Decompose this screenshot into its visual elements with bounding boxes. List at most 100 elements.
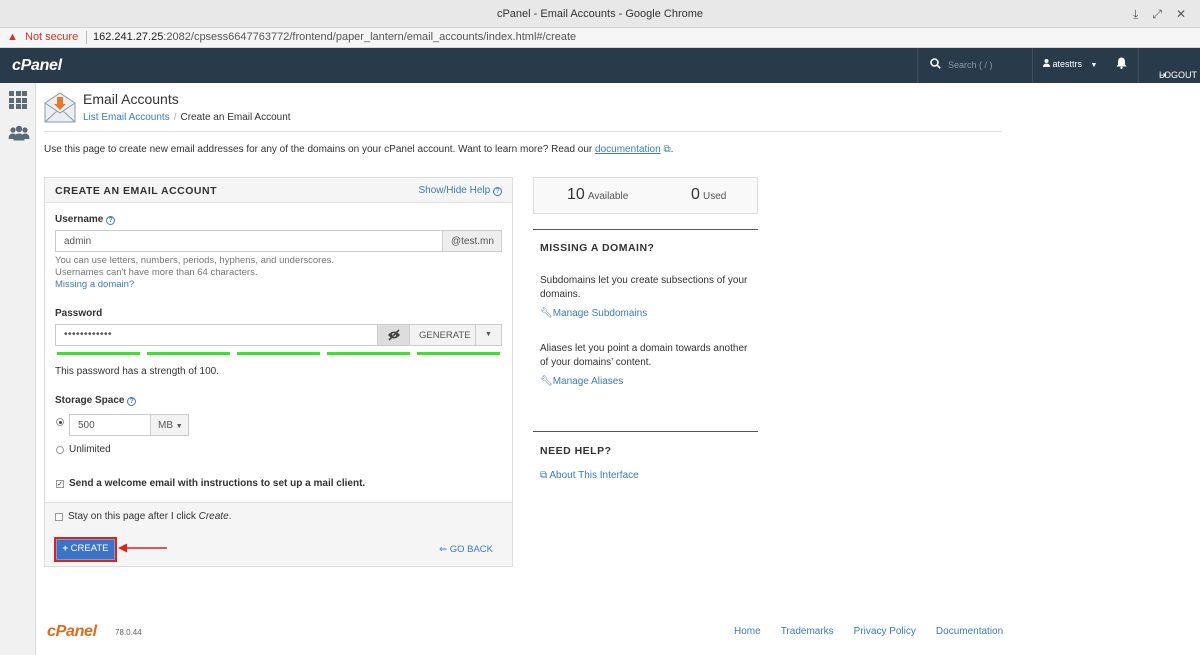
footer-links: Home Trademarks Privacy Policy Documenta…	[734, 626, 1003, 637]
logout-button[interactable]: ⇥ LOGOUT	[1138, 48, 1200, 83]
top-navigation: cPanel Search ( / ) atesttrs ▼ ⇥ LOGOUT	[0, 48, 1200, 83]
users-icon[interactable]	[8, 125, 30, 141]
aliases-text: Aliases let you point a domain towards a…	[540, 343, 748, 368]
warning-icon[interactable]: ▲	[7, 31, 18, 43]
user-icon	[1043, 59, 1053, 69]
address-divider	[86, 31, 87, 44]
annotation-arrow	[118, 542, 168, 554]
storage-quota-input[interactable]: 500	[69, 414, 151, 436]
window-titlebar: cPanel - Email Accounts - Google Chrome …	[0, 0, 1200, 28]
about-interface-link[interactable]: ⧉ About This Interface	[540, 470, 639, 481]
caret-down-icon: ▼	[485, 331, 492, 338]
footer-trademarks-link[interactable]: Trademarks	[781, 626, 834, 637]
panel-header: CREATE AN EMAIL ACCOUNT Show/Hide Help ?	[45, 178, 512, 203]
storage-label: Storage Space ?	[55, 395, 137, 406]
search-box[interactable]: Search ( / )	[917, 48, 1033, 83]
url-text[interactable]: 162.241.27.25:2082/cpsess6647763772/fron…	[93, 31, 576, 43]
available-count: 10 Available	[567, 186, 629, 203]
logout-label: LOGOUT	[1159, 70, 1198, 80]
storage-help-icon[interactable]: ?	[127, 397, 137, 406]
panel-footer: Stay on this page after I click Create. …	[45, 502, 512, 566]
password-label: Password	[55, 308, 103, 319]
username: atesttrs	[1052, 59, 1083, 69]
username-label: Username ?	[55, 214, 116, 225]
wrench-icon: 🔧︎	[540, 376, 553, 387]
search-icon	[930, 58, 941, 72]
left-sidebar	[0, 83, 36, 655]
username-hint-2: Usernames can't have more than 64 charac…	[55, 267, 258, 278]
password-strength-text: This password has a strength of 100.	[55, 366, 219, 377]
password-input[interactable]: ••••••••••••	[55, 324, 378, 346]
footer-privacy-link[interactable]: Privacy Policy	[854, 626, 916, 637]
header-divider	[44, 131, 1002, 132]
manage-aliases-link[interactable]: 🔧︎Manage Aliases	[540, 376, 623, 387]
documentation-link[interactable]: documentation	[595, 144, 661, 155]
storage-limited-radio[interactable]	[56, 418, 64, 426]
welcome-email-checkbox[interactable]: ✓	[56, 480, 64, 488]
breadcrumb: List Email Accounts / Create an Email Acco…	[83, 112, 291, 123]
subdomains-text: Subdomains let you create subsections of…	[540, 275, 748, 300]
need-help-title: NEED HELP?	[540, 445, 612, 457]
notifications-bell-icon[interactable]	[1116, 57, 1127, 72]
domain-addon: @test.mn	[442, 230, 502, 252]
username-input[interactable]: admin	[55, 230, 443, 252]
welcome-email-label: Send a welcome email with instructions t…	[69, 478, 366, 489]
search-input[interactable]: Search ( / )	[948, 60, 993, 70]
show-hide-help-link[interactable]: Show/Hide Help ?	[419, 185, 502, 196]
create-email-panel: CREATE AN EMAIL ACCOUNT Show/Hide Help ?…	[44, 177, 513, 567]
go-back-link[interactable]: ⇐ GO BACK	[439, 544, 493, 555]
email-envelope-icon	[44, 91, 76, 123]
intro-text: Use this page to create new email addres…	[44, 144, 674, 155]
generate-options-dropdown[interactable]: ▼	[475, 324, 502, 346]
apps-grid-icon[interactable]	[9, 91, 27, 109]
caret-down-icon: ▼	[175, 423, 183, 430]
wrench-icon: 🔧︎	[540, 308, 553, 319]
username-help-icon[interactable]: ?	[106, 216, 116, 225]
manage-subdomains-link[interactable]: 🔧︎Manage Subdomains	[540, 308, 647, 319]
toggle-visibility-button[interactable]	[377, 324, 410, 346]
strength-segment	[327, 352, 410, 355]
security-status[interactable]: Not secure	[25, 31, 78, 43]
maximize-icon[interactable]: ⤢	[1152, 7, 1162, 22]
window-title: cPanel - Email Accounts - Google Chrome	[496, 8, 704, 20]
unlimited-label: Unlimited	[69, 444, 111, 455]
stay-on-page-checkbox[interactable]	[55, 513, 63, 521]
storage-unit-dropdown[interactable]: MB ▼	[150, 414, 189, 436]
breadcrumb-list-accounts-link[interactable]: List Email Accounts	[83, 112, 170, 123]
caret-down-icon: ▼	[1090, 62, 1098, 69]
create-button[interactable]: + CREATE	[54, 537, 117, 562]
username-hint-1: You can use letters, numbers, periods, h…	[55, 255, 335, 266]
arrow-left-icon: ⇐	[439, 544, 448, 555]
footer-documentation-link[interactable]: Documentation	[936, 626, 1003, 637]
minimize-icon[interactable]: ⤓	[1133, 7, 1138, 22]
strength-segment	[147, 352, 230, 355]
strength-segment	[417, 352, 500, 355]
section-divider	[533, 229, 758, 230]
strength-segment	[237, 352, 320, 355]
password-strength-meter	[57, 352, 500, 355]
page-title: Email Accounts	[83, 91, 179, 107]
account-quota-box: 10 Available 0 Used	[533, 177, 758, 214]
user-menu[interactable]: atesttrs ▼	[1043, 59, 1097, 69]
cpanel-logo[interactable]: cPanel	[12, 57, 62, 75]
footer-cpanel-logo[interactable]: cPanel	[47, 623, 97, 641]
stay-on-page-label: Stay on this page after I click Create.	[68, 511, 232, 522]
eye-slash-icon	[387, 329, 401, 344]
close-icon[interactable]: ✕	[1176, 7, 1186, 22]
plus-icon: +	[62, 543, 69, 554]
section-divider	[533, 431, 758, 432]
external-link-icon: ⧉	[663, 144, 671, 155]
external-link-icon: ⧉	[540, 470, 548, 481]
address-bar[interactable]: ▲ Not secure 162.241.27.25:2082/cpsess66…	[0, 28, 1200, 48]
missing-domain-link[interactable]: Missing a domain?	[55, 279, 134, 290]
version-text: 78.0.44	[115, 628, 142, 637]
generate-password-button[interactable]: GENERATE	[409, 324, 476, 346]
storage-unlimited-radio[interactable]	[56, 446, 64, 454]
used-count: 0 Used	[691, 186, 727, 203]
breadcrumb-current: Create an Email Account	[180, 112, 291, 123]
missing-domain-title: MISSING A DOMAIN?	[540, 242, 655, 254]
footer-home-link[interactable]: Home	[734, 626, 761, 637]
help-icon: ?	[493, 187, 502, 196]
strength-segment	[57, 352, 140, 355]
panel-title: CREATE AN EMAIL ACCOUNT	[55, 185, 217, 197]
